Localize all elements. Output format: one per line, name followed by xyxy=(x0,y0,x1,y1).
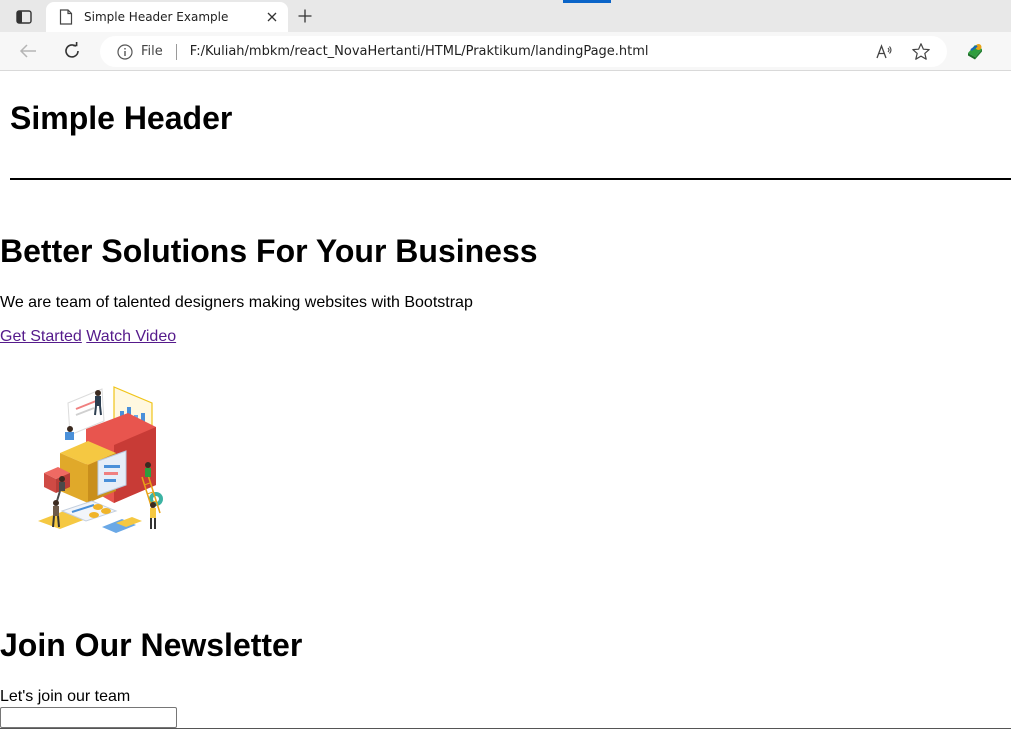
hero-links: Get Started Watch Video xyxy=(0,328,176,346)
business-illustration xyxy=(38,386,163,533)
close-icon[interactable] xyxy=(264,9,280,25)
plus-icon[interactable] xyxy=(293,5,317,27)
accent-strip xyxy=(563,0,611,3)
back-arrow-icon[interactable] xyxy=(16,40,40,62)
read-aloud-icon[interactable] xyxy=(875,43,893,61)
hero-description: We are team of talented designers making… xyxy=(0,294,473,311)
info-icon[interactable] xyxy=(117,43,133,60)
watch-video-link[interactable]: Watch Video xyxy=(86,328,176,345)
hero-title: Better Solutions For Your Business xyxy=(0,233,538,269)
address-bar[interactable]: File F:/Kuliah/mbkm/react_NovaHertanti/H… xyxy=(100,36,947,67)
address-separator xyxy=(175,43,177,60)
page-icon xyxy=(59,9,73,25)
tab-bar: Simple Header Example xyxy=(0,0,1011,32)
newsletter-input[interactable] xyxy=(0,707,177,728)
browser-tab[interactable]: Simple Header Example xyxy=(46,2,288,32)
newsletter-text: Let's join our team xyxy=(0,688,131,705)
get-started-link[interactable]: Get Started xyxy=(0,328,82,345)
url-text[interactable]: F:/Kuliah/mbkm/react_NovaHertanti/HTML/P… xyxy=(190,44,649,59)
newsletter-title: Join Our Newsletter xyxy=(0,627,303,663)
page-viewport: Simple Header Better Solutions For Your … xyxy=(0,71,1011,729)
tab-actions-icon[interactable] xyxy=(10,6,38,28)
page-title: Simple Header xyxy=(10,100,233,136)
extension-icon[interactable] xyxy=(965,41,985,61)
refresh-icon[interactable] xyxy=(60,40,84,62)
header-divider xyxy=(10,178,1011,180)
star-icon[interactable] xyxy=(911,42,931,62)
protocol-label: File xyxy=(141,44,163,59)
browser-toolbar: File F:/Kuliah/mbkm/react_NovaHertanti/H… xyxy=(0,32,1011,71)
tab-title: Simple Header Example xyxy=(84,10,229,24)
